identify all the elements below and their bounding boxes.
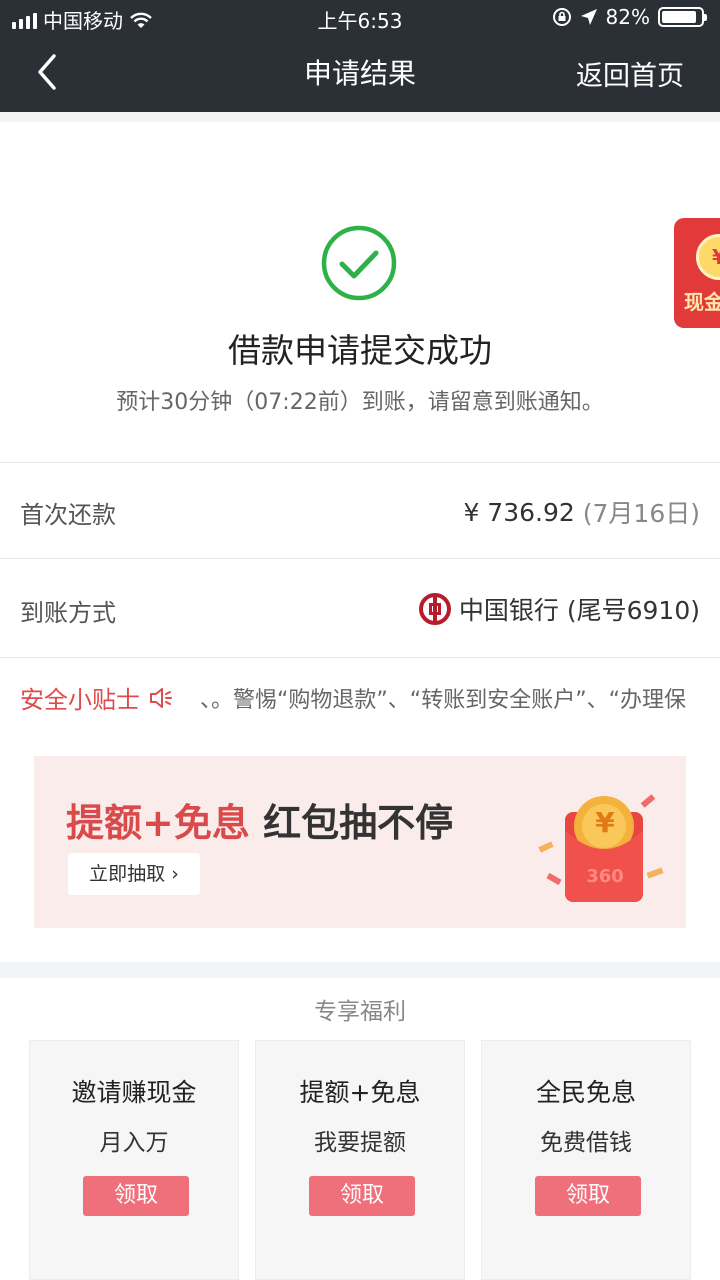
section-divider [0, 962, 720, 978]
benefit-card-subtitle: 免费借钱 [540, 1130, 632, 1156]
benefit-card-title: 提额+免息 [299, 1078, 421, 1107]
success-check-icon [321, 225, 397, 301]
benefits-title: 专享福利 [314, 999, 406, 1025]
envelope-logo-360: 360 [586, 866, 624, 887]
claim-button[interactable]: 领取 [83, 1176, 189, 1216]
claim-button[interactable]: 领取 [309, 1176, 415, 1216]
bank-of-china-icon [418, 593, 451, 625]
benefit-card-raise-limit[interactable]: 提额+免息 我要提额 领取 [255, 1040, 465, 1280]
claim-button[interactable]: 领取 [535, 1176, 641, 1216]
status-bar: 中国移动 上午6:53 82% [0, 0, 720, 36]
benefit-card-invite[interactable]: 邀请赚现金 月入万 领取 [29, 1040, 239, 1280]
first-repay-label: 首次还款 [20, 501, 116, 529]
divider-strip [0, 112, 720, 122]
bank-account: 中国银行 (尾号6910) [458, 596, 700, 625]
header-bar: 中国移动 上午6:53 82% 申请结果 返回首页 [0, 0, 720, 112]
safety-tips-text: 、。警惕“购物退款”、“转账到安全账户”、“办理保 [200, 688, 686, 713]
divider [0, 462, 720, 463]
banner-highlight: 提额+免息 [66, 801, 250, 845]
banner-title: 提额+免息 红包抽不停 [66, 792, 453, 847]
coin-icon: ¥ [696, 234, 720, 280]
banner-title-rest: 红包抽不停 [249, 801, 454, 845]
battery-icon [658, 7, 707, 27]
result-title: 借款申请提交成功 [228, 331, 492, 370]
benefit-card-free-interest[interactable]: 全民免息 免费借钱 领取 [481, 1040, 691, 1280]
cash-badge-label: 现金 [684, 290, 720, 314]
promo-banner[interactable]: 提额+免息 红包抽不停 立即抽取 › ¥ 360 [34, 756, 686, 928]
status-right: 82% [552, 5, 707, 29]
benefit-card-subtitle: 我要提额 [314, 1130, 406, 1156]
result-subtitle: 预计30分钟（07:22前）到账，请留意到账通知。 [116, 390, 604, 415]
first-repay-date: (7月16日) [582, 499, 700, 528]
orientation-lock-icon [552, 8, 571, 26]
safety-tips-label: 安全小贴士 [20, 680, 174, 715]
benefit-card-subtitle: 月入万 [99, 1130, 169, 1156]
speaker-icon [150, 687, 172, 708]
benefit-card-title: 邀请赚现金 [71, 1078, 197, 1107]
method-value: 中国银行 (尾号6910) [418, 591, 700, 627]
first-repay-value: ¥ 736.92 (7月16日) [463, 494, 700, 530]
location-icon [580, 9, 597, 25]
envelope-coin-symbol: ¥ [595, 806, 615, 839]
benefit-card-title: 全民免息 [535, 1078, 636, 1107]
safety-tips-title: 安全小贴士 [20, 686, 140, 714]
draw-now-button[interactable]: 立即抽取 › [68, 853, 200, 895]
home-link[interactable]: 返回首页 [576, 54, 684, 93]
first-repay-amount: ¥ 736.92 [463, 497, 575, 527]
cash-red-packet-badge[interactable]: ¥ 现金 [674, 218, 720, 328]
divider [0, 558, 720, 559]
method-label: 到账方式 [20, 599, 116, 627]
divider [0, 657, 720, 658]
battery-percent: 82% [605, 5, 650, 29]
